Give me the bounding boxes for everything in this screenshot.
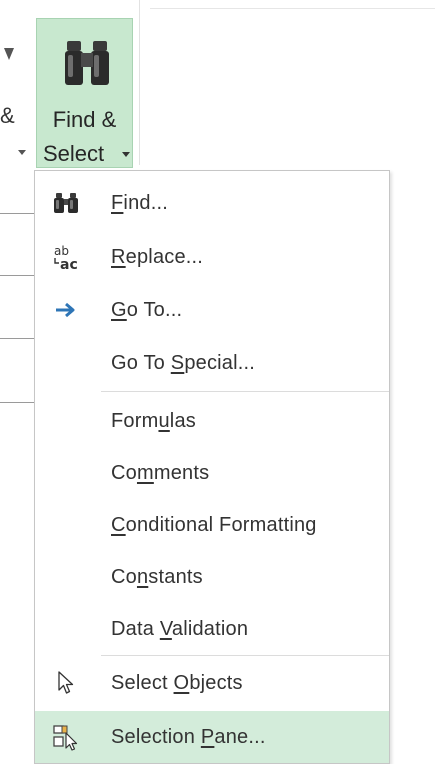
grid-line [0, 275, 38, 276]
menu-item-go-to-special[interactable]: Go To Special... [35, 337, 389, 389]
menu-item-label: Formulas [111, 409, 196, 432]
find-select-label-line2: Select [43, 141, 105, 166]
menu-item-constants[interactable]: Constants [35, 551, 389, 603]
menu-item-replace[interactable]: ab ac Replace... [35, 231, 389, 283]
menu-separator [101, 391, 389, 392]
ribbon-group-separator [139, 0, 140, 165]
find-select-menu: Find... ab ac Replace... Go To... Go To … [34, 170, 390, 764]
menu-item-label: Data Validation [111, 617, 249, 640]
replace-icon: ab ac [49, 240, 83, 274]
menu-item-conditional-formatting[interactable]: Conditional Formatting [35, 499, 389, 551]
menu-item-label: Go To... [111, 298, 183, 321]
chevron-down-icon [122, 152, 130, 157]
binoculars-icon [65, 41, 109, 85]
prev-group-caret-icon[interactable] [18, 150, 26, 155]
binoculars-icon [49, 186, 83, 220]
svg-text:ab: ab [54, 244, 69, 258]
menu-item-label: Comments [111, 461, 210, 484]
menu-item-formulas[interactable]: Formulas [35, 395, 389, 447]
ribbon-top-border [150, 8, 435, 9]
menu-item-label: Select Objects [111, 671, 243, 694]
cursor-arrow-icon [49, 666, 83, 700]
menu-item-label: Find... [111, 191, 168, 214]
menu-item-selection-pane[interactable]: Selection Pane... [35, 711, 389, 763]
menu-item-label: Conditional Formatting [111, 513, 317, 536]
menu-item-label: Constants [111, 565, 203, 588]
menu-item-label: Selection Pane... [111, 725, 266, 748]
find-select-button[interactable]: Find & Select [36, 18, 133, 168]
selection-pane-icon [49, 720, 83, 754]
prev-group-dropdown-icon[interactable] [4, 48, 14, 60]
menu-item-find[interactable]: Find... [35, 177, 389, 229]
svg-text:ac: ac [60, 257, 78, 271]
menu-item-go-to[interactable]: Go To... [35, 284, 389, 336]
grid-line [0, 338, 38, 339]
prev-group-label[interactable]: & [0, 103, 15, 129]
grid-line [0, 402, 38, 403]
menu-item-comments[interactable]: Comments [35, 447, 389, 499]
menu-item-label: Go To Special... [111, 351, 256, 374]
menu-separator [101, 655, 389, 656]
excel-ribbon-screenshot: & Find & Select Find... ab ac Replace...… [0, 0, 435, 764]
menu-item-select-objects[interactable]: Select Objects [35, 657, 389, 709]
find-select-label-line1: Find & [52, 107, 117, 132]
arrow-right-icon [49, 293, 83, 327]
menu-item-label: Replace... [111, 245, 204, 268]
grid-line [0, 213, 38, 214]
menu-item-data-validation[interactable]: Data Validation [35, 603, 389, 655]
